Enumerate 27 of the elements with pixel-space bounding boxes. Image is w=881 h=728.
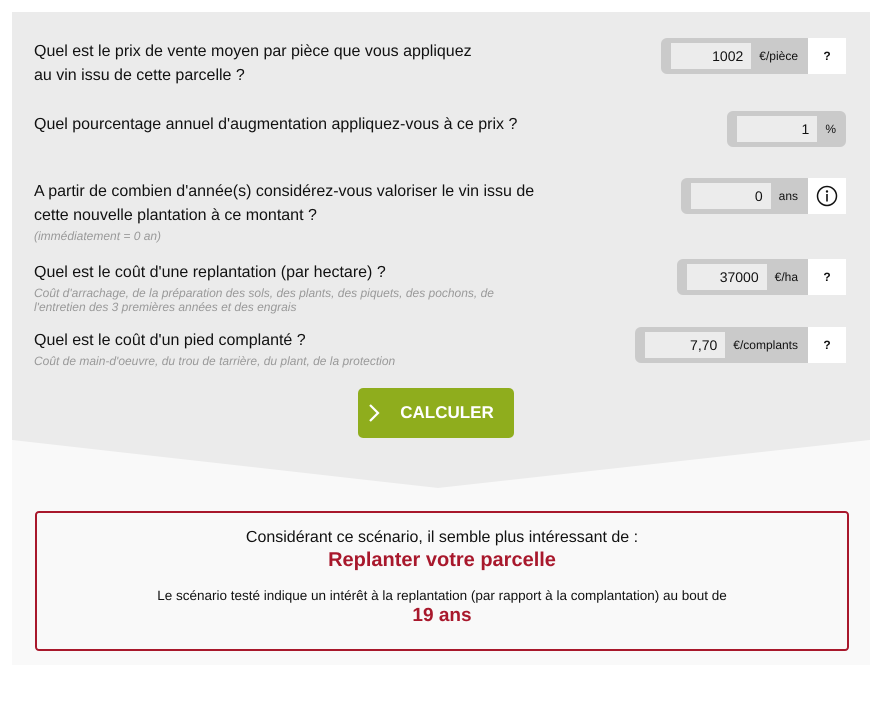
hint-text: Coût d'arrachage, de la préparation des sols, des plants, des piquets, des pochons, de l'entretien des 3 premières années et des engrais — [34, 286, 494, 314]
question-text: Quel pourcentage annuel d'augmentation appliquez-vous à ce prix ? — [34, 115, 518, 135]
result-detail: Le scénario testé indique un intérêt à la replantation (par rapport à la complantation) au bout de — [157, 588, 727, 603]
help-button[interactable]: ? — [808, 38, 846, 74]
question-text: A partir de combien d'année(s) considérez-vous valoriser le vin issu de cette nouvelle plantation à ce montant ? — [34, 182, 534, 226]
input-field[interactable]: 1002 — [671, 43, 752, 69]
unit-label: €/ha — [774, 270, 798, 284]
unit-label: ans — [778, 189, 798, 203]
question-text: Quel est le coût d'une replantation (par hectare) ? — [34, 263, 387, 283]
input-field[interactable]: 0 — [690, 183, 771, 209]
hint-text: Coût de main-d'oeuvre, du trou de tarrière, du plant, de la protection — [34, 354, 396, 368]
result-intro: Considérant ce scénario, il semble plus intéressant de : — [246, 529, 638, 547]
result-duration: 19 ans — [412, 605, 472, 627]
result-verdict: Replanter votre parcelle — [328, 549, 556, 572]
unit-label: % — [825, 122, 836, 136]
question-text: Quel est le coût d'un pied complanté ? — [34, 331, 307, 351]
hint-text: (immédiatement = 0 an) — [34, 229, 162, 243]
input-field[interactable]: 37000 — [686, 264, 767, 290]
input-field[interactable]: 1 — [737, 116, 818, 142]
unit-label: €/pièce — [759, 49, 798, 63]
chevron-icon — [368, 403, 380, 423]
help-button[interactable]: ? — [808, 327, 846, 363]
question-text: Quel est le prix de vente moyen par pièce que vous appliquez au vin issu de cette parcelle ? — [34, 42, 472, 86]
info-icon[interactable] — [816, 185, 838, 207]
input-field[interactable]: 7,70 — [645, 332, 726, 358]
unit-label: €/complants — [733, 338, 798, 352]
help-button[interactable]: ? — [808, 259, 846, 295]
